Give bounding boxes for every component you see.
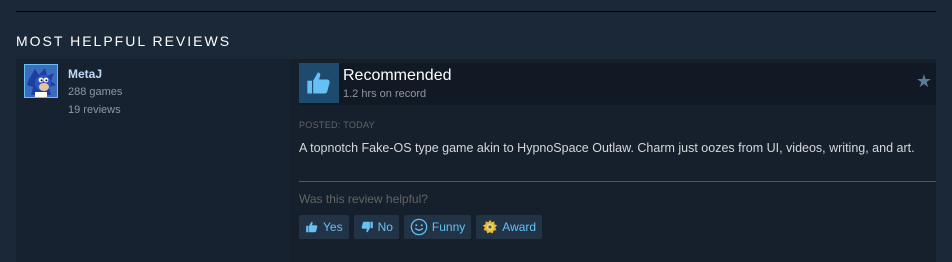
helpful-question: Was this review helpful? bbox=[299, 192, 428, 206]
vote-header[interactable]: Recommended 1.2 hrs on record ★ bbox=[299, 63, 936, 105]
reviews-count[interactable]: 19 reviews bbox=[68, 104, 121, 116]
funny-label: Funny bbox=[431, 220, 466, 234]
reviewer-panel: MetaJ 288 games 19 reviews bbox=[16, 59, 290, 262]
yes-button[interactable]: Yes bbox=[299, 215, 349, 239]
review-card: MetaJ 288 games 19 reviews Recommended 1… bbox=[16, 59, 936, 262]
award-button[interactable]: Award bbox=[476, 215, 543, 239]
award-icon bbox=[482, 219, 498, 235]
review-text: A topnotch Fake-OS type game akin to Hyp… bbox=[299, 141, 915, 155]
section-title: MOST HELPFUL REVIEWS bbox=[16, 33, 232, 49]
smiley-icon bbox=[410, 218, 428, 236]
author-name[interactable]: MetaJ bbox=[68, 67, 102, 81]
no-label: No bbox=[377, 220, 393, 234]
hours-on-record: 1.2 hrs on record bbox=[343, 88, 427, 100]
divider bbox=[299, 181, 936, 182]
posted-date: POSTED: TODAY bbox=[299, 120, 375, 130]
thumbs-up-icon bbox=[299, 63, 339, 103]
award-label: Award bbox=[502, 220, 537, 234]
no-button[interactable]: No bbox=[353, 215, 399, 239]
review-controls: Yes No Funny Award bbox=[299, 215, 543, 239]
thumbs-up-icon bbox=[305, 220, 319, 234]
vote-title: Recommended bbox=[343, 67, 452, 84]
avatar[interactable] bbox=[24, 64, 58, 98]
star-icon[interactable]: ★ bbox=[916, 71, 932, 92]
top-divider bbox=[16, 11, 936, 12]
thumbs-down-icon bbox=[360, 220, 374, 234]
funny-button[interactable]: Funny bbox=[403, 215, 472, 239]
games-count[interactable]: 288 games bbox=[68, 86, 122, 98]
yes-label: Yes bbox=[323, 220, 343, 234]
